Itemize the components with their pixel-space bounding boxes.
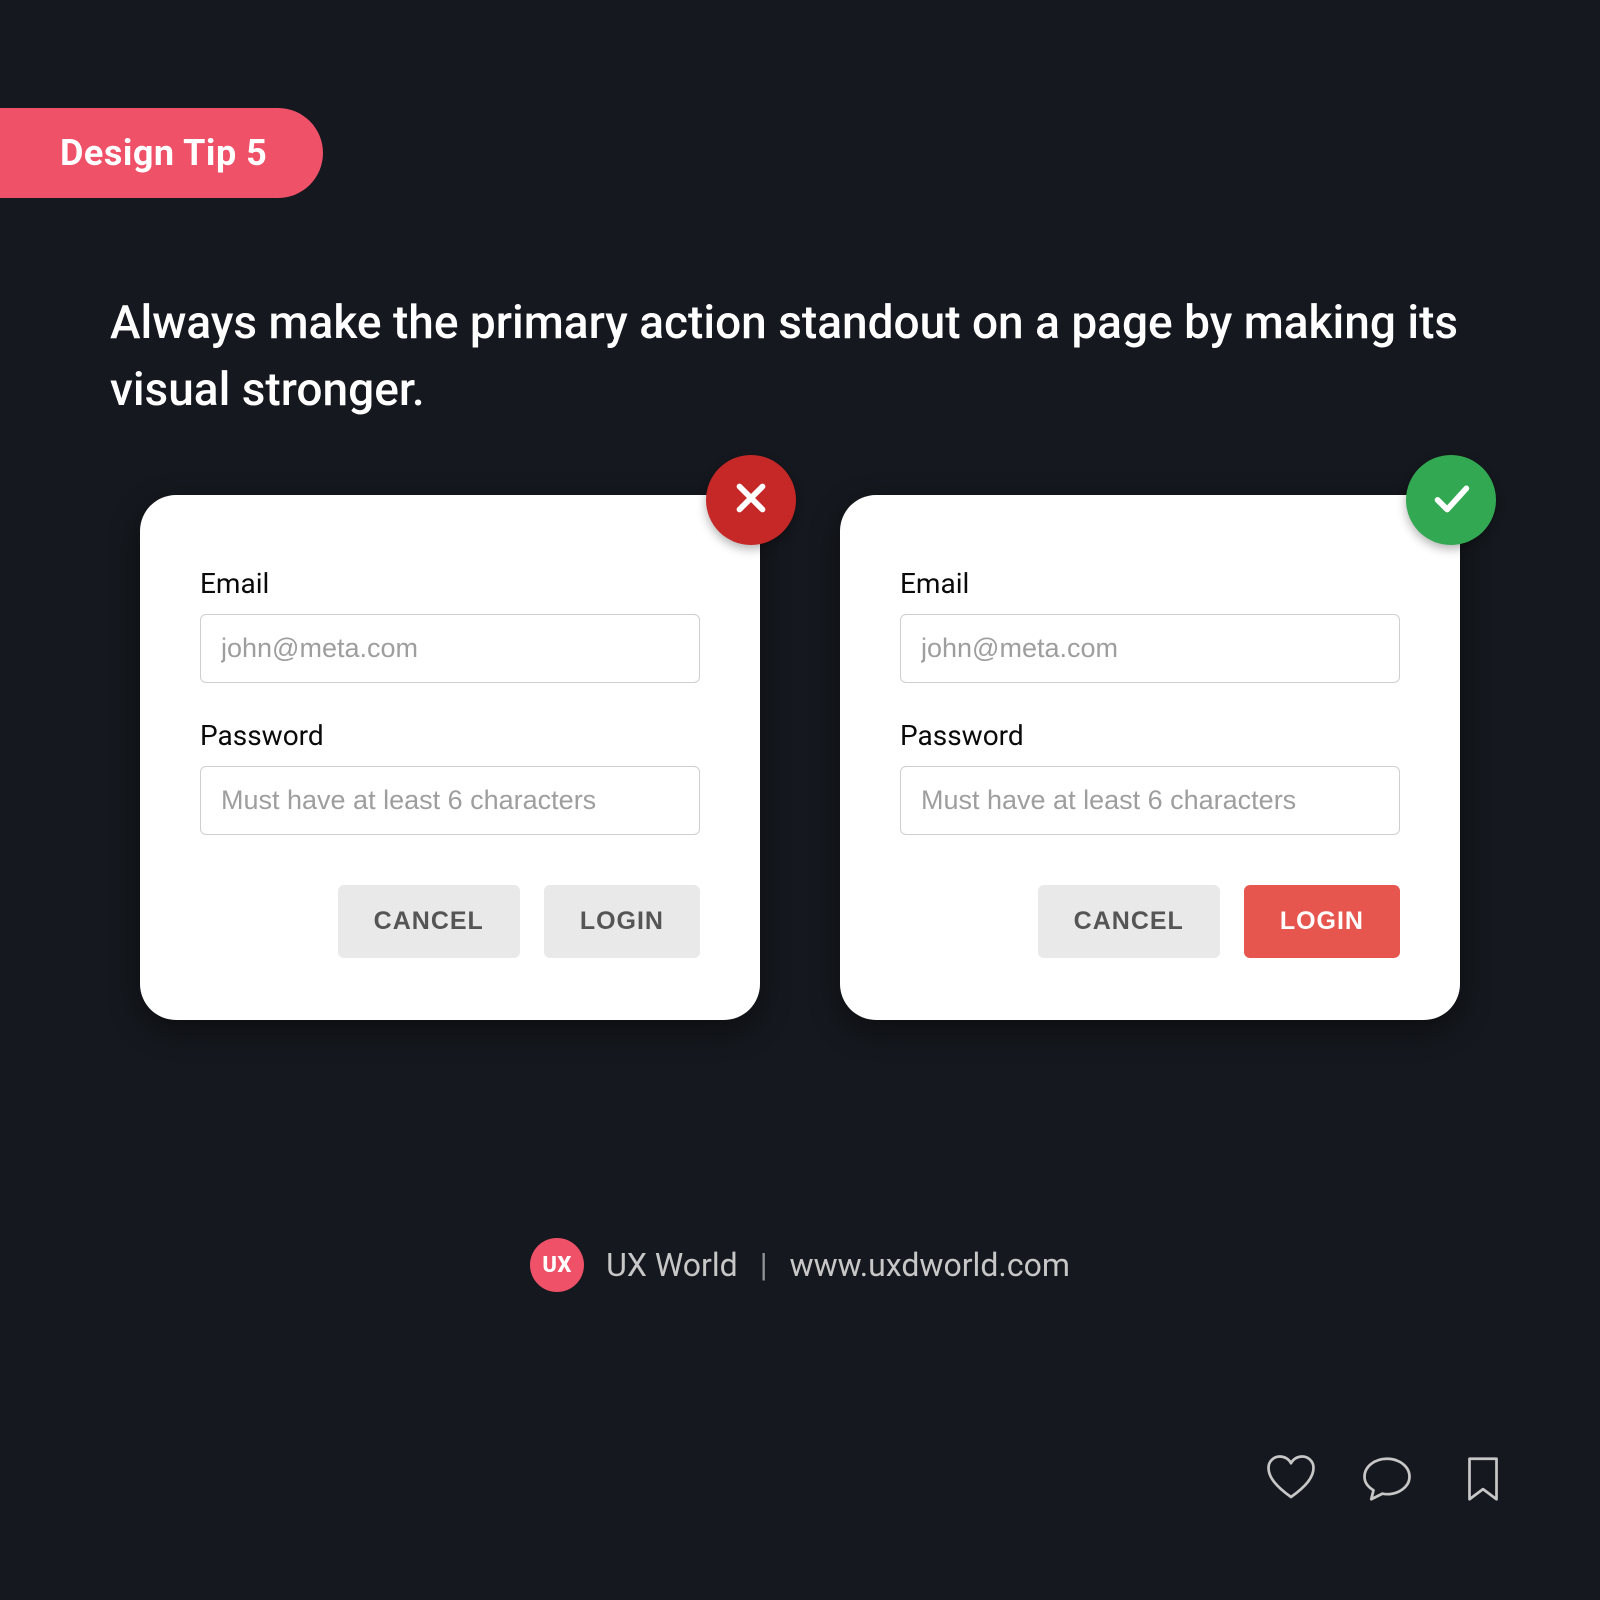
status-badge-good bbox=[1406, 455, 1496, 545]
credit-separator: | bbox=[760, 1246, 768, 1284]
social-icons bbox=[1264, 1452, 1510, 1510]
status-badge-bad bbox=[706, 455, 796, 545]
example-card-bad: Email Password CANCEL LOGIN bbox=[140, 495, 760, 1020]
example-cards-row: Email Password CANCEL LOGIN Email Passwo… bbox=[140, 495, 1460, 1020]
cancel-button[interactable]: CANCEL bbox=[338, 885, 520, 958]
cross-icon bbox=[728, 475, 774, 525]
credit-url: www.uxdworld.com bbox=[790, 1246, 1070, 1284]
email-field-group: Email bbox=[200, 567, 700, 683]
password-input[interactable] bbox=[200, 766, 700, 835]
button-row: CANCEL LOGIN bbox=[200, 885, 700, 958]
credit-brand: UX World bbox=[606, 1246, 738, 1284]
password-input[interactable] bbox=[900, 766, 1400, 835]
button-row: CANCEL LOGIN bbox=[900, 885, 1400, 958]
bookmark-icon[interactable] bbox=[1456, 1452, 1510, 1510]
email-label: Email bbox=[900, 567, 1400, 600]
credit-footer: UX UX World | www.uxdworld.com bbox=[0, 1238, 1600, 1292]
password-field-group: Password bbox=[200, 719, 700, 835]
design-tip-tag-label: Design Tip 5 bbox=[60, 132, 267, 174]
design-tip-tag: Design Tip 5 bbox=[0, 108, 323, 198]
comment-icon[interactable] bbox=[1360, 1452, 1414, 1510]
email-field-group: Email bbox=[900, 567, 1400, 683]
example-card-good: Email Password CANCEL LOGIN bbox=[840, 495, 1460, 1020]
login-button[interactable]: LOGIN bbox=[1244, 885, 1400, 958]
email-input[interactable] bbox=[900, 614, 1400, 683]
ux-logo-text: UX bbox=[542, 1253, 572, 1278]
heart-icon[interactable] bbox=[1264, 1452, 1318, 1510]
check-icon bbox=[1428, 475, 1474, 525]
password-field-group: Password bbox=[900, 719, 1400, 835]
password-label: Password bbox=[900, 719, 1400, 752]
cancel-button[interactable]: CANCEL bbox=[1038, 885, 1220, 958]
email-label: Email bbox=[200, 567, 700, 600]
ux-logo: UX bbox=[530, 1238, 584, 1292]
password-label: Password bbox=[200, 719, 700, 752]
login-button[interactable]: LOGIN bbox=[544, 885, 700, 958]
headline-text: Always make the primary action standout … bbox=[110, 290, 1490, 423]
email-input[interactable] bbox=[200, 614, 700, 683]
